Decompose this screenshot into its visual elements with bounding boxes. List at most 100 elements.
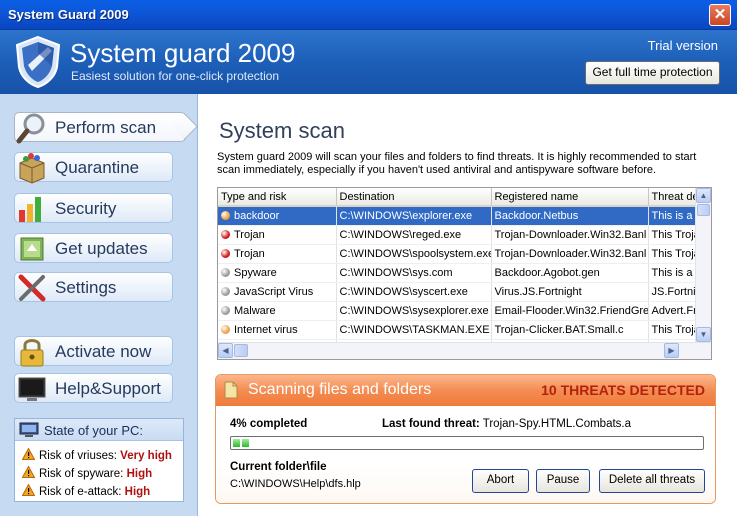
cell-threat: This Troja bbox=[648, 320, 697, 340]
pc-state-header: State of your PC: bbox=[15, 419, 183, 441]
risk-row-spyware: Risk of spyware: High bbox=[22, 466, 152, 480]
column-header-destination[interactable]: Destination bbox=[336, 188, 492, 207]
column-header-threat[interactable]: Threat de bbox=[648, 188, 697, 207]
column-header-type[interactable]: Type and risk bbox=[218, 188, 337, 207]
document-icon bbox=[224, 381, 238, 399]
page-title: System scan bbox=[219, 118, 345, 143]
nav-settings[interactable]: Settings bbox=[14, 272, 173, 302]
cell-destination: C:\WINDOWS\sys.com bbox=[336, 263, 492, 283]
risk-dot-icon bbox=[221, 286, 230, 296]
table-row[interactable]: Spyware C:\WINDOWS\sys.com Backdoor.Agobot… bbox=[218, 263, 697, 283]
cell-registered-name: Backdoor.Agobot.gen bbox=[491, 263, 649, 283]
column-header-registered-name[interactable]: Registered name bbox=[491, 188, 649, 207]
pause-button[interactable]: Pause bbox=[536, 469, 590, 493]
risk-row-viruses: Risk of vriuses: Very high bbox=[22, 448, 172, 462]
abort-button[interactable]: Abort bbox=[472, 469, 529, 493]
cell-threat: This Troja bbox=[648, 244, 697, 264]
scroll-left-button[interactable]: ◀ bbox=[218, 343, 233, 358]
nav-security[interactable]: Security bbox=[14, 193, 173, 223]
nav-label: Activate now bbox=[55, 342, 152, 361]
cell-threat: JS.Fortni bbox=[648, 282, 697, 302]
warning-icon bbox=[22, 484, 35, 496]
risk-label: Risk of spyware: bbox=[39, 468, 124, 480]
cell-destination: C:\WINDOWS\explorer.exe bbox=[336, 206, 492, 226]
monitor-icon bbox=[18, 377, 46, 401]
title-bar: System Guard 2009 ✕ bbox=[0, 0, 737, 30]
vertical-scrollbar[interactable]: ▲ ▼ bbox=[695, 188, 711, 343]
close-button[interactable]: ✕ bbox=[709, 4, 731, 26]
last-threat: Last found threat: Trojan-Spy.HTML.Comba… bbox=[382, 418, 631, 430]
table-row[interactable]: Trojan C:\WINDOWS\reged.exe Trojan-Downloa… bbox=[218, 225, 697, 245]
risk-dot-icon bbox=[221, 248, 230, 258]
scan-header: Scanning files and folders 10 THREATS DE… bbox=[216, 375, 715, 406]
scroll-right-button[interactable]: ▶ bbox=[664, 343, 679, 358]
cell-registered-name: Trojan-Downloader.Win32.Banl bbox=[491, 244, 649, 264]
cell-registered-name: Virus.JS.Fortnight bbox=[491, 282, 649, 302]
table-row[interactable]: Internet virus C:\WINDOWS\TASKMAN.EXE Troj… bbox=[218, 320, 697, 340]
table-header-row: Type and risk Destination Registered nam… bbox=[218, 188, 697, 207]
cell-threat: Advert.Fr bbox=[648, 301, 697, 321]
window-title: System Guard 2009 bbox=[8, 7, 129, 22]
scroll-thumb[interactable] bbox=[697, 204, 710, 216]
cell-type-text: JavaScript Virus bbox=[234, 285, 314, 298]
current-folder-label: Current folder\file bbox=[230, 461, 327, 473]
cell-type: Spyware bbox=[218, 263, 337, 283]
risk-dot-icon bbox=[221, 210, 230, 220]
scroll-up-button[interactable]: ▲ bbox=[696, 188, 711, 203]
risk-dot-icon bbox=[221, 305, 230, 315]
current-folder-path: C:\WINDOWS\Help\dfs.hlp bbox=[230, 478, 361, 490]
progress-segment bbox=[242, 439, 249, 447]
horizontal-scrollbar[interactable]: ◀ ▶ bbox=[218, 342, 711, 359]
last-threat-value: Trojan-Spy.HTML.Combats.a bbox=[482, 418, 632, 430]
table-row[interactable]: Trojan C:\WINDOWS\spoolsystem.exe Trojan-D… bbox=[218, 244, 697, 264]
app-header: System guard 2009 Easiest solution for o… bbox=[0, 30, 737, 94]
scroll-down-button[interactable]: ▼ bbox=[696, 327, 711, 342]
cell-type-text: Trojan bbox=[234, 228, 265, 241]
progress-bar bbox=[230, 436, 704, 450]
cell-type-text: Internet virus bbox=[234, 323, 298, 336]
main-panel: System scan System guard 2009 will scan … bbox=[199, 94, 737, 516]
cell-type-text: Spyware bbox=[234, 266, 277, 279]
progress-fill bbox=[233, 439, 249, 447]
risk-label: Risk of e-attack: bbox=[39, 486, 122, 498]
threats-table[interactable]: Type and risk Destination Registered nam… bbox=[217, 187, 712, 360]
nav-help-support[interactable]: Help&Support bbox=[14, 373, 173, 403]
delete-all-threats-button[interactable]: Delete all threats bbox=[599, 469, 705, 493]
scan-title: Scanning files and folders bbox=[248, 381, 432, 398]
app-subtitle: Easiest solution for one-click protectio… bbox=[71, 69, 280, 83]
pc-state-title: State of your PC: bbox=[44, 423, 143, 438]
box-icon bbox=[19, 153, 45, 184]
table-row[interactable]: JavaScript Virus C:\WINDOWS\syscert.exe Vi… bbox=[218, 282, 697, 302]
lock-icon bbox=[20, 339, 44, 367]
cell-type: Malware bbox=[218, 301, 337, 321]
app-title: System guard 2009 bbox=[70, 38, 296, 68]
risk-dot-icon bbox=[221, 267, 230, 277]
cell-registered-name: Backdoor.Netbus bbox=[491, 206, 649, 226]
pc-state-panel: State of your PC: Risk of vriuses: Very … bbox=[14, 418, 184, 502]
risk-level: Very high bbox=[120, 450, 172, 462]
threats-grid: Type and risk Destination Registered nam… bbox=[218, 188, 697, 359]
table-row[interactable]: Malware C:\WINDOWS\sysexplorer.exe Email-F… bbox=[218, 301, 697, 321]
warning-icon bbox=[22, 466, 35, 478]
nav-label: Help&Support bbox=[55, 379, 161, 398]
sidebar: Perform scan Quarantine Security Get upd… bbox=[0, 94, 198, 516]
scroll-thumb-horizontal[interactable] bbox=[234, 344, 248, 357]
progress-text: 4% completed bbox=[230, 418, 308, 430]
cell-threat: This Troja bbox=[648, 225, 697, 245]
nav-label: Settings bbox=[55, 278, 117, 297]
nav-activate-now[interactable]: Activate now bbox=[14, 336, 173, 367]
table-row[interactable]: backdoor C:\WINDOWS\explorer.exe Backdoor.… bbox=[218, 206, 697, 226]
nav-quarantine[interactable]: Quarantine bbox=[14, 152, 173, 184]
scan-description: System guard 2009 will scan your files a… bbox=[217, 151, 697, 176]
nav-perform-scan[interactable]: Perform scan bbox=[14, 112, 186, 144]
magnifier-icon bbox=[16, 113, 45, 144]
computer-icon bbox=[19, 422, 39, 437]
cell-type: Trojan bbox=[218, 244, 337, 264]
trial-label: Trial version bbox=[647, 38, 718, 53]
risk-dot-icon bbox=[221, 324, 230, 334]
risk-dot-icon bbox=[221, 229, 230, 239]
nav-get-updates[interactable]: Get updates bbox=[14, 233, 173, 263]
get-full-protection-button[interactable]: Get full time protection bbox=[585, 61, 720, 85]
cell-type-text: Malware bbox=[234, 304, 276, 317]
cell-type: backdoor bbox=[218, 206, 337, 226]
